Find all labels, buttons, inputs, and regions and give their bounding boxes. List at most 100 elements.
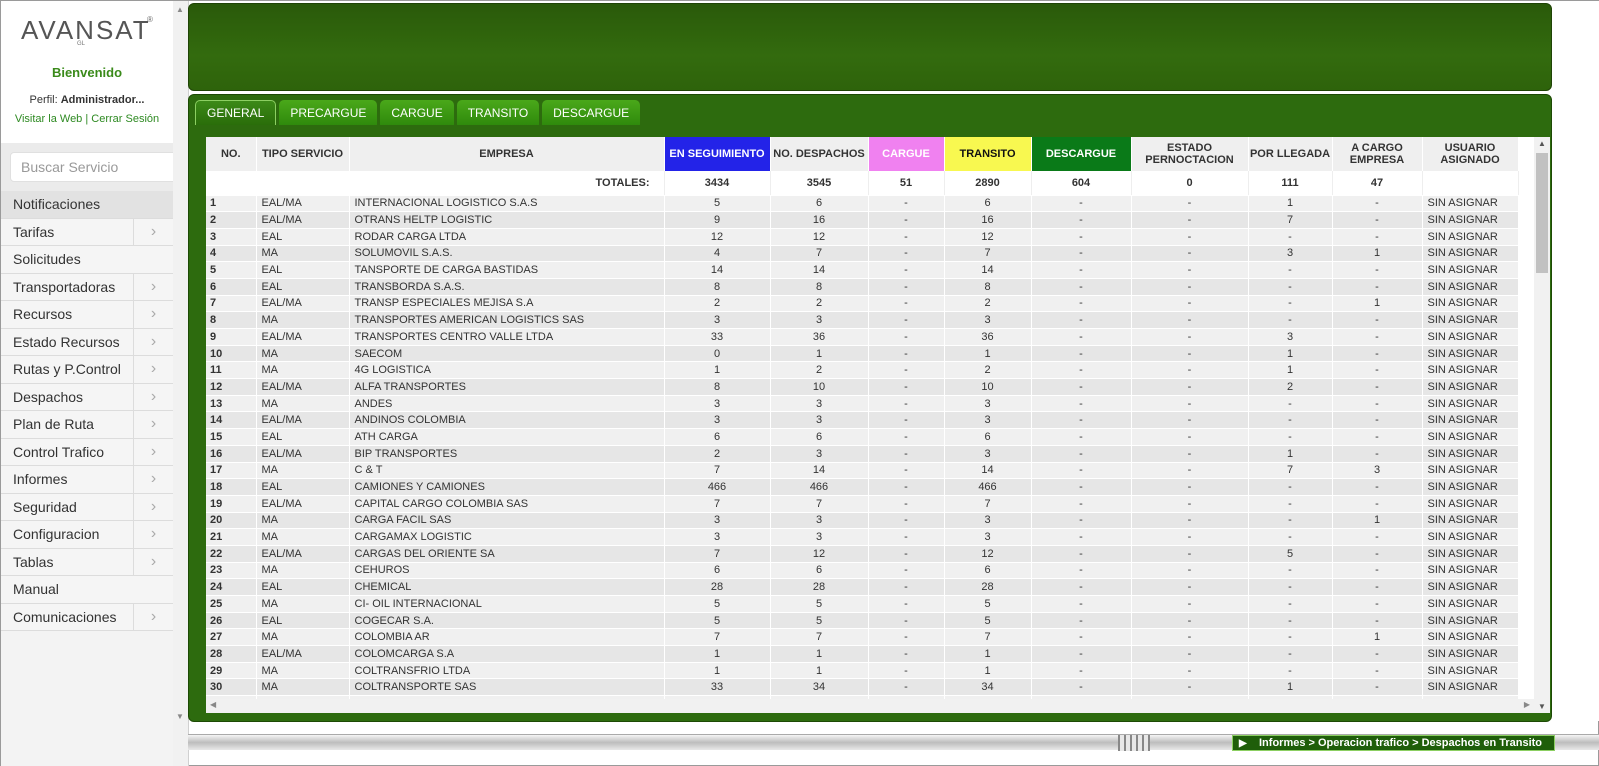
chevron-right-icon[interactable]: › (133, 328, 173, 355)
column-header-no-[interactable]: NO. (206, 137, 257, 171)
sidebar-item-configuracion[interactable]: Configuracion › (1, 521, 173, 549)
scroll-left-icon[interactable]: ◀ (210, 700, 216, 709)
table-cell: - (1332, 445, 1423, 463)
table-row[interactable]: 16 EAL/MA BIP TRANSPORTES 2 3-3- -1- SIN ASIGN… (206, 445, 1519, 463)
table-cell: 466 (770, 478, 869, 496)
sidebar-item-comunicaciones[interactable]: Comunicaciones › (1, 603, 173, 631)
table-row[interactable]: 27 MA COLOMBIA AR 7 7-7- - -1 SIN ASIGNAR (206, 628, 1519, 647)
table-row[interactable]: 26 EAL COGECAR S.A. 5 5-5- - - - SIN ASIGNAR (206, 612, 1519, 630)
table-row[interactable]: 13 MA ANDES 3 3-3- - - - SIN ASIGNAR (206, 395, 1519, 413)
sidebar-item-estado-recursos[interactable]: Estado Recursos › (1, 328, 173, 356)
chevron-right-icon[interactable]: › (133, 273, 173, 300)
sidebar-item-transportadoras[interactable]: Transportadoras › (1, 273, 173, 301)
sidebar-item-manual[interactable]: Manual (1, 576, 173, 604)
scroll-up-icon[interactable]: ▲ (176, 5, 184, 14)
visit-web-link[interactable]: Visitar la Web (15, 113, 82, 125)
table-row[interactable]: 4 MA SOLUMOVIL S.A.S. 4 7-7- -3 1 SIN ASIGNAR (206, 245, 1519, 263)
scroll-down-icon[interactable]: ▼ (176, 712, 184, 721)
table-cell: - (868, 328, 945, 346)
table-row[interactable]: 25 MA CI- OIL INTERNACIONAL 5 5-5- - - - SIN ASI… (206, 595, 1519, 613)
chevron-right-icon[interactable]: › (133, 548, 173, 575)
table-header-row: NO. TIPO SERVICIO EMPRESA EN SEGUIMIENTO NO.… (206, 137, 1519, 171)
sidebar-item-rutas-y-p-control[interactable]: Rutas y P.Control › (1, 356, 173, 384)
table-cell: - (1131, 245, 1249, 263)
sidebar-item-tarifas[interactable]: Tarifas › (1, 218, 173, 246)
table-row[interactable]: 3 EAL RODAR CARGA LTDA 12 12-12- - - - SIN ASIGN… (206, 228, 1519, 246)
sidebar-item-seguridad[interactable]: Seguridad › (1, 493, 173, 521)
chevron-right-icon[interactable]: › (133, 411, 173, 438)
sidebar-item-despachos[interactable]: Despachos › (1, 383, 173, 411)
column-header-a-cargo-empresa[interactable]: A CARGO EMPRESA (1332, 137, 1423, 171)
table-row[interactable]: 12 EAL/MA ALFA TRANSPORTES 8 10-10- -2- SIN AS… (206, 378, 1519, 396)
table-row[interactable]: 20 MA CARGA FACIL SAS 3 3-3- - -1 SIN ASIGNAR (206, 512, 1519, 530)
chevron-right-icon[interactable]: › (133, 438, 173, 465)
sidebar-item-solicitudes[interactable]: Solicitudes (1, 246, 173, 274)
table-cell: 33 (664, 328, 771, 346)
sidebar-item-notificaciones[interactable]: Notificaciones (1, 191, 173, 219)
logout-link[interactable]: Cerrar Sesión (91, 113, 159, 125)
chevron-right-icon[interactable]: › (133, 301, 173, 328)
sidebar-item-recursos[interactable]: Recursos › (1, 301, 173, 329)
table-vertical-scrollbar[interactable]: ▲ ▼ (1534, 137, 1550, 713)
chevron-right-icon[interactable]: › (133, 466, 173, 493)
table-row[interactable]: 15 EAL ATH CARGA 6 6-6- - - - SIN ASIGNAR (206, 428, 1519, 446)
table-row[interactable]: 14 EAL/MA ANDINOS COLOMBIA 3 3-3- - - - SIN ASIG… (206, 411, 1519, 430)
table-row[interactable]: 2 EAL/MA OTRANS HELTP LOGISTIC 9 16-16- -7- SI… (206, 211, 1519, 229)
tab-general[interactable]: GENERAL (195, 100, 277, 125)
chevron-right-icon[interactable]: › (133, 356, 173, 383)
column-header-no-despachos[interactable]: NO. DESPACHOS (770, 137, 869, 171)
scroll-right-icon[interactable]: ▶ (1524, 700, 1530, 709)
chevron-right-icon[interactable]: › (133, 521, 173, 548)
table-row[interactable]: 1 EAL/MA INTERNACIONAL LOGISTICO S.A.S 5 6-6… (206, 195, 1519, 213)
table-row[interactable]: 8 MA TRANSPORTES AMERICAN LOGISTICS SAS 3 3-… (206, 311, 1519, 329)
resize-grip[interactable] (1118, 735, 1150, 751)
sidebar-item-plan-de-ruta[interactable]: Plan de Ruta › (1, 411, 173, 439)
table-cell: TRANSPORTES AMERICAN LOGISTICS SAS (349, 311, 665, 329)
page-scrollbar[interactable] (1552, 1, 1599, 721)
column-header-descargue[interactable]: DESCARGUE (1031, 137, 1132, 171)
table-row[interactable]: 28 EAL/MA COLOMCARGA S.A 1 1-1- - - - SIN ASIGNA… (206, 645, 1519, 663)
table-row[interactable]: 18 EAL CAMIONES Y CAMIONES 466 466-466- - - - SI… (206, 478, 1519, 496)
tab-cargue[interactable]: CARGUE (380, 100, 454, 125)
table-row[interactable]: 24 EAL CHEMICAL 28 28-28- - - - SIN ASIGNAR (206, 578, 1519, 596)
table-row[interactable]: 5 EAL TANSPORTE DE CARGA BASTIDAS 14 14-14- -… (206, 261, 1519, 279)
tab-descargue[interactable]: DESCARGUE (542, 100, 641, 125)
table-row[interactable]: 23 MA CEHUROS 6 6-6- - - - SIN ASIGNAR (206, 562, 1519, 580)
column-header-tipo-servicio[interactable]: TIPO SERVICIO (256, 137, 350, 171)
sidebar-scrollbar[interactable]: ▲ ▼ (173, 1, 188, 766)
table-row[interactable]: 22 EAL/MA CARGAS DEL ORIENTE SA 7 12-12- -5- S… (206, 545, 1519, 563)
table-row[interactable]: 21 MA CARGAMAX LOGISTIC 3 3-3- - - - SIN ASIGNAR (206, 528, 1519, 546)
table-row[interactable]: 11 MA 4G LOGISTICA 1 2-2- -1- SIN ASIGNAR (206, 361, 1519, 380)
chevron-right-icon[interactable]: › (133, 383, 173, 410)
column-header-empresa[interactable]: EMPRESA (349, 137, 665, 171)
sidebar-item-tablas[interactable]: Tablas › (1, 548, 173, 576)
column-header-transito[interactable]: TRANSITO (944, 137, 1032, 171)
table-row[interactable]: 19 EAL/MA CAPITAL CARGO COLOMBIA SAS 7 7-7- -… (206, 495, 1519, 513)
table-row[interactable]: 7 EAL/MA TRANSP ESPECIALES MEJISA S.A 2 2-2-… (206, 295, 1519, 313)
sidebar-item-label: Transportadoras (13, 278, 116, 295)
table-row[interactable]: 17 MA C & T 7 14-14- -7 3 SIN ASIGNAR (206, 462, 1519, 480)
chevron-right-icon[interactable]: › (133, 603, 173, 630)
table-row[interactable]: 30 MA COLTRANSPORTE SAS 33 34-34- -1- SIN ASIG… (206, 678, 1519, 697)
column-header-estado-pernoctacion[interactable]: ESTADO PERNOCTACION (1131, 137, 1249, 171)
table-row[interactable]: 29 MA COLTRANSFRIO LTDA 1 1-1- - - - SIN ASIGNAR (206, 662, 1519, 680)
horizontal-scrollbar[interactable]: ◀ ▶ (206, 699, 1534, 713)
tab-transito[interactable]: TRANSITO (456, 100, 540, 125)
table-row[interactable]: 10 MA SAECOM 0 1-1- -1- SIN ASIGNAR (206, 345, 1519, 363)
table-scroll-thumb[interactable] (1536, 153, 1548, 273)
column-header-usuario-asignado[interactable]: USUARIO ASIGNADO (1422, 137, 1519, 171)
column-header-en-seguimiento[interactable]: EN SEGUIMIENTO (664, 137, 771, 171)
table-cell: 6 (770, 562, 869, 580)
table-scroll-down-icon[interactable]: ▼ (1538, 702, 1546, 711)
table-row[interactable]: 6 EAL TRANSBORDA S.A.S. 8 8-8- - - - SIN ASIGNAR (206, 278, 1519, 296)
sidebar-item-informes[interactable]: Informes › (1, 466, 173, 494)
sidebar-item-control-trafico[interactable]: Control Trafico › (1, 438, 173, 466)
search-input[interactable] (10, 152, 178, 182)
column-header-cargue[interactable]: CARGUE (868, 137, 945, 171)
column-header-por-llegada[interactable]: POR LLEGADA (1248, 137, 1333, 171)
chevron-right-icon[interactable]: › (133, 493, 173, 520)
tab-precargue[interactable]: PRECARGUE (279, 100, 378, 125)
table-scroll-up-icon[interactable]: ▲ (1538, 139, 1546, 148)
table-row[interactable]: 9 EAL/MA TRANSPORTES CENTRO VALLE LTDA 33 36… (206, 328, 1519, 346)
chevron-right-icon[interactable]: › (133, 218, 173, 245)
